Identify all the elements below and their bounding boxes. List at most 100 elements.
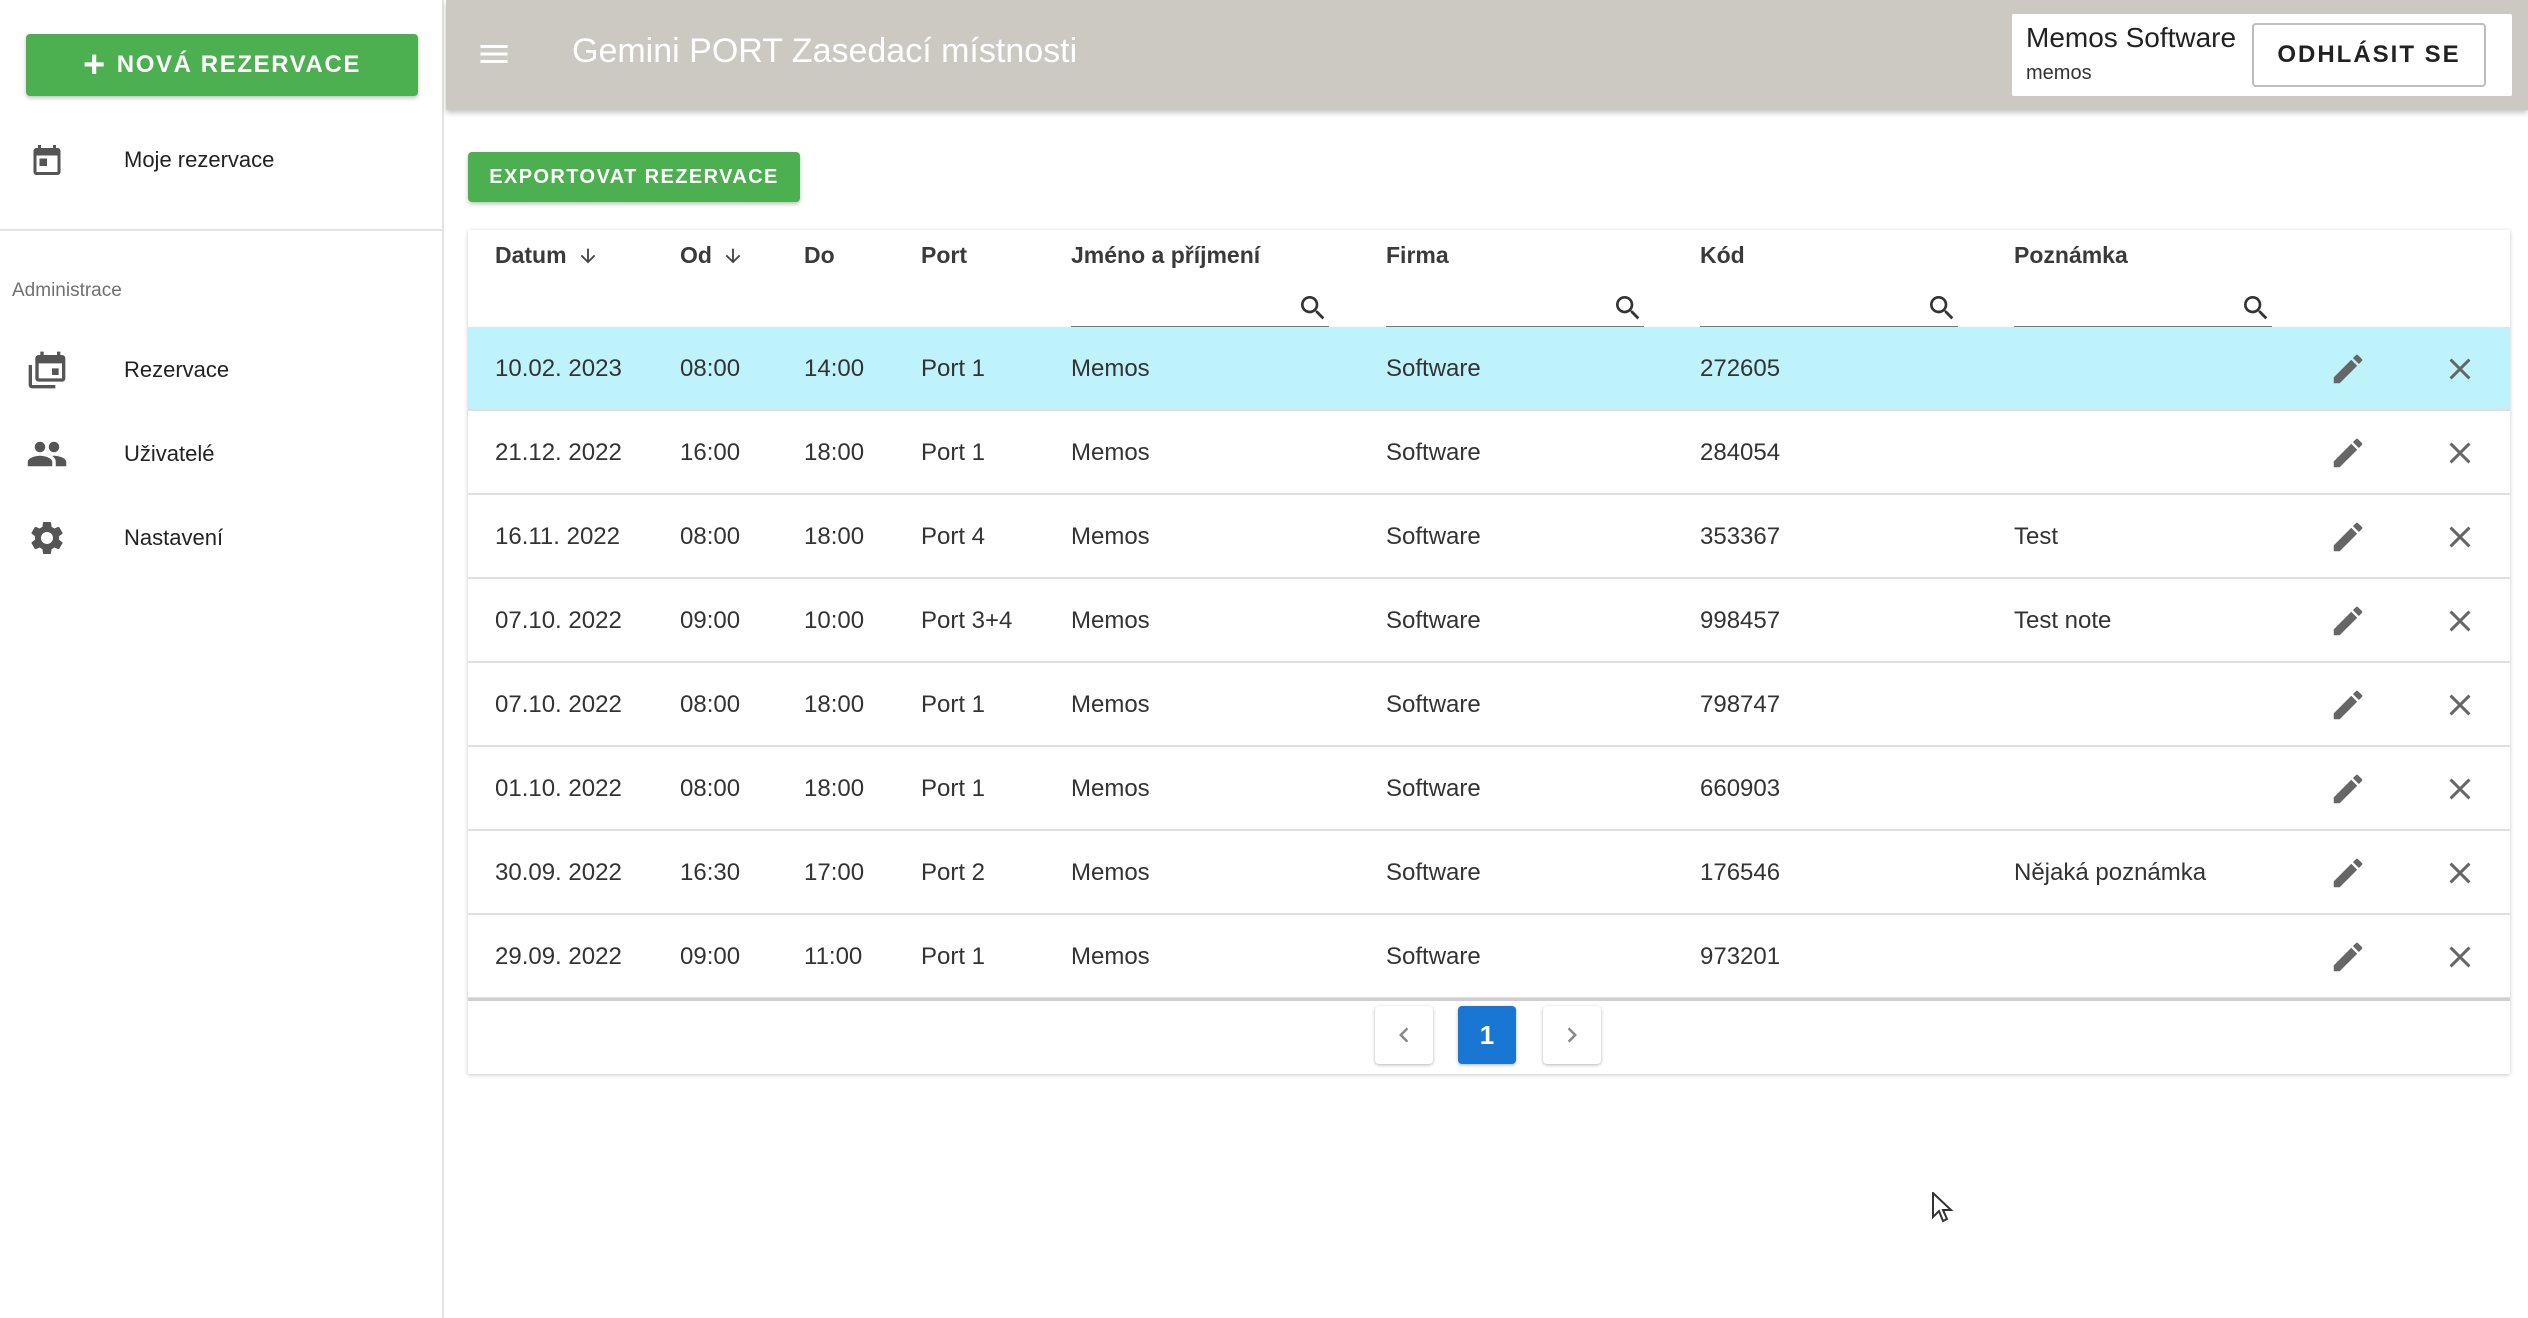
table-row[interactable]: 07.10. 2022 08:00 18:00 Port 1 Memos Sof… [468, 663, 2510, 747]
column-header-note[interactable]: Poznámka [2014, 242, 2128, 269]
arrow-down-icon [725, 248, 741, 263]
cell-company: Software [1386, 859, 1481, 886]
plus-icon: + [82, 44, 107, 86]
column-header-company[interactable]: Firma [1386, 242, 1449, 269]
edit-icon[interactable] [2326, 515, 2370, 559]
edit-icon[interactable] [2326, 599, 2370, 643]
cell-date: 01.10. 2022 [495, 775, 622, 802]
table-row[interactable]: 01.10. 2022 08:00 18:00 Port 1 Memos Sof… [468, 747, 2510, 831]
new-reservation-button[interactable]: + NOVÁ REZERVACE [26, 34, 418, 96]
table-row[interactable]: 07.10. 2022 09:00 10:00 Port 3+4 Memos S… [468, 579, 2510, 663]
chevron-left-icon [1399, 1027, 1409, 1043]
cell-port: Port 1 [921, 355, 986, 382]
cell-name: Memos [1071, 523, 1150, 550]
cell-to: 18:00 [804, 439, 865, 466]
calendar-multiple-icon [26, 349, 68, 391]
cell-from: 08:00 [680, 523, 741, 550]
close-icon[interactable] [2438, 431, 2482, 475]
column-header-to[interactable]: Do [804, 242, 835, 269]
cell-from: 09:00 [680, 607, 741, 634]
cell-code: 272605 [1700, 355, 1781, 382]
cell-code: 798747 [1700, 691, 1781, 718]
cell-date: 07.10. 2022 [495, 691, 622, 718]
cell-from: 09:00 [680, 943, 741, 970]
sidebar-item-reservations[interactable]: Rezervace [0, 332, 442, 408]
column-header-label: Kód [1700, 242, 1745, 268]
cell-code: 353367 [1700, 523, 1781, 550]
close-icon[interactable] [2438, 683, 2482, 727]
arrow-down-icon [580, 248, 595, 263]
cell-to: 18:00 [804, 691, 865, 718]
close-icon[interactable] [2438, 347, 2482, 391]
app-title: Gemini PORT Zasedací místnosti [572, 32, 1078, 70]
gear-icon [26, 517, 68, 559]
cell-name: Memos [1071, 859, 1150, 886]
edit-icon[interactable] [2326, 851, 2370, 895]
sidebar-item-label: Nastavení [124, 525, 224, 550]
edit-icon[interactable] [2326, 683, 2370, 727]
cell-port: Port 1 [921, 691, 986, 718]
cell-from: 08:00 [680, 775, 741, 802]
column-header-code[interactable]: Kód [1700, 242, 1745, 269]
logout-button[interactable]: ODHLÁSIT SE [2252, 23, 2486, 87]
edit-icon[interactable] [2326, 935, 2370, 979]
sidebar-item-label: Moje rezervace [124, 147, 275, 172]
page-button-current[interactable]: 1 [1458, 1006, 1516, 1064]
sidebar-item-users[interactable]: Uživatelé [0, 416, 442, 492]
previous-page-button[interactable] [1375, 1006, 1433, 1064]
close-icon[interactable] [2438, 767, 2482, 811]
cell-from: 16:00 [680, 439, 741, 466]
cell-date: 30.09. 2022 [495, 859, 622, 886]
company-filter-input[interactable] [1386, 290, 1596, 324]
search-icon[interactable] [1612, 292, 1644, 324]
section-title-administration: Administrace [12, 280, 122, 301]
column-header-from[interactable]: Od [680, 242, 744, 269]
column-header-port[interactable]: Port [921, 242, 967, 269]
hamburger-menu-icon[interactable] [476, 36, 512, 72]
cell-from: 08:00 [680, 355, 741, 382]
column-header-name[interactable]: Jméno a příjmení [1071, 242, 1260, 269]
edit-icon[interactable] [2326, 347, 2370, 391]
code-filter [1700, 286, 1958, 328]
next-page-button[interactable] [1543, 1006, 1601, 1064]
export-reservations-button[interactable]: EXPORTOVAT REZERVACE [468, 152, 800, 202]
cell-to: 10:00 [804, 607, 865, 634]
cell-date: 29.09. 2022 [495, 943, 622, 970]
column-header-date[interactable]: Datum [495, 242, 599, 269]
search-icon[interactable] [1297, 292, 1329, 324]
close-icon[interactable] [2438, 599, 2482, 643]
search-icon[interactable] [2240, 292, 2272, 324]
sidebar-item-my-reservations[interactable]: Moje rezervace [0, 122, 442, 198]
cell-code: 660903 [1700, 775, 1781, 802]
sidebar-item-label: Rezervace [124, 357, 230, 382]
table-row[interactable]: 16.11. 2022 08:00 18:00 Port 4 Memos Sof… [468, 495, 2510, 579]
close-icon[interactable] [2438, 935, 2482, 979]
cell-code: 998457 [1700, 607, 1781, 634]
note-filter-input[interactable] [2014, 290, 2224, 324]
cell-code: 973201 [1700, 943, 1781, 970]
cell-to: 18:00 [804, 523, 865, 550]
edit-icon[interactable] [2326, 431, 2370, 475]
column-header-label: Poznámka [2014, 242, 2128, 268]
name-filter-input[interactable] [1071, 290, 1281, 324]
sidebar-item-settings[interactable]: Nastavení [0, 500, 442, 576]
table-row[interactable]: 30.09. 2022 16:30 17:00 Port 2 Memos Sof… [468, 831, 2510, 915]
cell-date: 21.12. 2022 [495, 439, 622, 466]
cell-port: Port 2 [921, 859, 986, 886]
note-filter [2014, 286, 2272, 328]
close-icon[interactable] [2438, 851, 2482, 895]
code-filter-input[interactable] [1700, 290, 1910, 324]
cell-code: 284054 [1700, 439, 1781, 466]
search-icon[interactable] [1926, 292, 1958, 324]
cell-company: Software [1386, 943, 1481, 970]
user-login: memos [2026, 62, 2092, 84]
table-row[interactable]: 29.09. 2022 09:00 11:00 Port 1 Memos Sof… [468, 915, 2510, 999]
column-header-label: Port [921, 242, 967, 268]
table-row[interactable]: 21.12. 2022 16:00 18:00 Port 1 Memos Sof… [468, 411, 2510, 495]
table-row[interactable]: 10.02. 2023 08:00 14:00 Port 1 Memos Sof… [468, 327, 2510, 411]
people-icon [26, 433, 68, 475]
close-icon[interactable] [2438, 515, 2482, 559]
edit-icon[interactable] [2326, 767, 2370, 811]
column-header-label: Od [680, 242, 712, 268]
cell-name: Memos [1071, 355, 1150, 382]
